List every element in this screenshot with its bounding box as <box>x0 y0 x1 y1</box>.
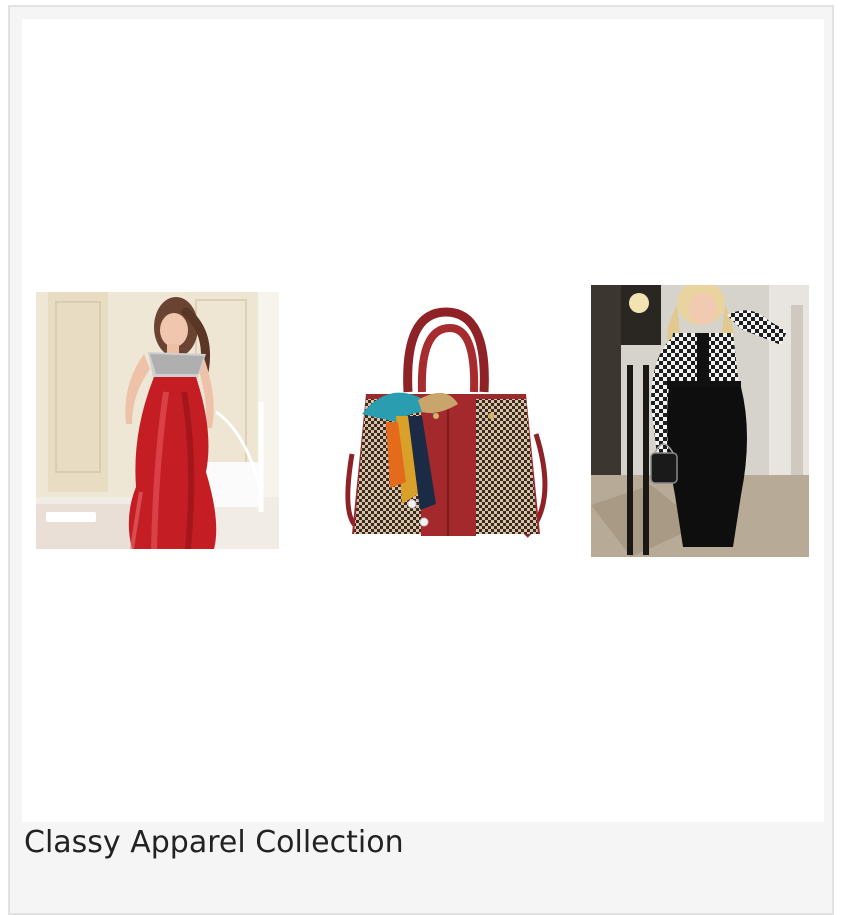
red-satin-nightgown-photo <box>36 292 279 549</box>
collection-title[interactable]: Classy Apparel Collection <box>24 825 404 861</box>
collection-card[interactable]: Classy Apparel Collection <box>8 5 834 915</box>
collection-image[interactable] <box>22 19 824 822</box>
red-houndstooth-handbag-photo <box>326 304 566 544</box>
houndstooth-blouse-black-skirt-photo <box>591 285 809 557</box>
